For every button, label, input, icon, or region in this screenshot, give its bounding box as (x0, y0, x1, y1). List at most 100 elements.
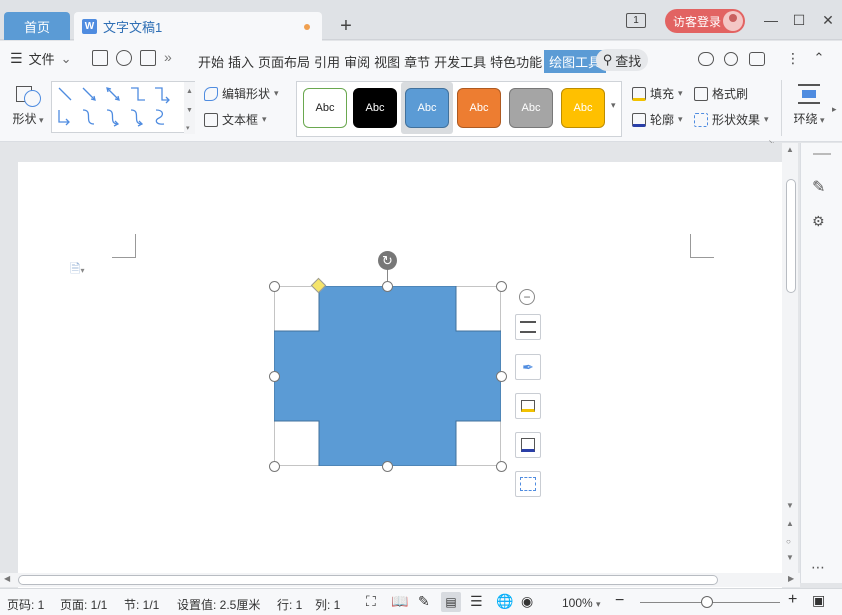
collaborate-icon[interactable] (724, 52, 738, 66)
web-view-icon[interactable]: 🌐 (496, 593, 513, 610)
fullscreen-icon[interactable]: ⛶ (366, 593, 376, 610)
vertical-scroll-thumb[interactable] (786, 179, 796, 293)
status-pages[interactable]: 页面: 1/1 (60, 596, 107, 613)
more-options-icon[interactable]: ⋮ (784, 49, 802, 67)
zoom-slider-thumb[interactable] (701, 596, 713, 608)
horizontal-scroll-thumb[interactable] (18, 575, 718, 585)
zoom-level[interactable]: 100% ▾ (562, 596, 601, 610)
tab-references[interactable]: 引用 (312, 50, 342, 73)
resize-handle-se[interactable] (496, 461, 507, 472)
next-page-icon[interactable]: ▼ (786, 553, 794, 562)
zoom-value: 100% (562, 596, 593, 610)
text-box-tool-button[interactable] (515, 471, 541, 497)
more-icon[interactable]: ⋯ (811, 559, 825, 576)
cross-shape[interactable] (273, 285, 502, 467)
minimize-icon[interactable]: — (762, 11, 780, 29)
shape-fill-button[interactable] (515, 393, 541, 419)
text-box-button[interactable]: 文本框 ▾ (204, 111, 267, 128)
format-painter-label: 格式刷 (712, 87, 749, 101)
eye-protection-icon[interactable]: ◉ (521, 593, 533, 610)
shapes-button[interactable]: 形状 ▾ (8, 84, 48, 134)
shape-effects-button[interactable]: 形状效果 ▾ (694, 111, 769, 128)
scroll-right-icon[interactable]: ▶ (788, 574, 794, 583)
more-icon[interactable]: » (164, 50, 180, 66)
line-shapes-gallery[interactable]: ▲ ▼ ▾ (51, 81, 195, 134)
style-label: Abc (573, 102, 593, 114)
status-setting[interactable]: 设置值: 2.5厘米 (177, 596, 260, 613)
zoom-in-icon[interactable]: + (788, 591, 797, 609)
ribbon-scroll-right-icon[interactable]: ▸ (832, 104, 837, 115)
scroll-up-icon[interactable]: ▲ (786, 145, 794, 154)
resize-handle-s[interactable] (382, 461, 393, 472)
styles-more-icon[interactable]: ▾ (611, 100, 616, 111)
style-option-gray[interactable]: Abc (509, 88, 553, 128)
guest-login-button[interactable]: 访客登录 (665, 9, 745, 33)
scroll-down-icon[interactable]: ▼ (786, 501, 794, 510)
file-menu-button[interactable]: ☰ 文件 ⌄ (10, 49, 71, 68)
share-icon[interactable] (749, 52, 765, 66)
page-view-icon[interactable]: ▤ (441, 592, 461, 612)
wrap-button[interactable]: 环绕 ▾ (788, 84, 830, 134)
previous-page-icon[interactable]: ▲ (786, 519, 794, 528)
tab-insert[interactable]: 插入 (226, 50, 256, 73)
new-tab-button[interactable]: + (336, 14, 356, 38)
resize-handle-sw[interactable] (269, 461, 280, 472)
tab-review[interactable]: 审阅 (342, 50, 372, 73)
style-option-gold[interactable]: Abc (561, 88, 605, 128)
style-option-black[interactable]: Abc (353, 88, 397, 128)
close-icon[interactable]: ✕ (819, 11, 837, 29)
edit-mode-icon[interactable]: ✎ (418, 593, 430, 610)
vertical-scrollbar[interactable]: ▲ ▼ ▲ ○ ▼ (782, 143, 798, 573)
resize-handle-w[interactable] (269, 371, 280, 382)
collapse-ribbon-icon[interactable]: ⌃ (810, 49, 828, 67)
save-icon[interactable] (92, 50, 108, 66)
collapse-tools-icon[interactable]: − (519, 289, 535, 305)
shape-style-button[interactable]: ✒ (515, 354, 541, 380)
undo-icon[interactable] (116, 50, 132, 66)
fill-button[interactable]: 填充 ▾ (632, 85, 683, 102)
style-label: Abc (469, 102, 489, 114)
layout-options-button[interactable] (515, 314, 541, 340)
format-painter-button[interactable]: 格式刷 (694, 85, 748, 102)
tab-start[interactable]: 开始 (196, 50, 226, 73)
cloud-icon[interactable] (698, 52, 714, 66)
maximize-icon[interactable]: ☐ (790, 11, 808, 29)
status-section[interactable]: 节: 1/1 (124, 596, 159, 613)
edit-shape-button[interactable]: 编辑形状 ▾ (204, 85, 279, 102)
rotate-handle-icon[interactable]: ↻ (378, 251, 397, 270)
resize-handle-ne[interactable] (496, 281, 507, 292)
adjust-settings-icon[interactable]: ⚙ (812, 213, 825, 230)
pen-icon[interactable]: ✎ (812, 177, 825, 197)
resize-handle-e[interactable] (496, 371, 507, 382)
tab-developer[interactable]: 开发工具 (432, 50, 488, 73)
style-option-white[interactable]: Abc (303, 88, 347, 128)
scroll-left-icon[interactable]: ◀ (4, 574, 10, 583)
shape-outline-button[interactable] (515, 432, 541, 458)
tab-view[interactable]: 视图 (372, 50, 402, 73)
style-option-blue[interactable]: Abc (405, 88, 449, 128)
tab-features[interactable]: 特色功能 (488, 50, 544, 73)
style-option-orange[interactable]: Abc (457, 88, 501, 128)
outline-button[interactable]: 轮廓 ▾ (632, 111, 683, 128)
tab-document[interactable]: W 文字文稿1 (74, 12, 322, 41)
shape-styles-gallery: Abc Abc Abc Abc Abc Abc ▾ (296, 81, 622, 137)
reading-mode-icon[interactable]: 📖 (391, 593, 408, 610)
status-page[interactable]: 页码: 1 (7, 596, 44, 613)
zoom-out-icon[interactable]: − (615, 592, 624, 610)
fit-window-icon[interactable]: ▣ (812, 592, 825, 609)
search-button[interactable]: ⚲ 查找 (596, 49, 648, 71)
paragraph-layout-icon[interactable]: 🗎▾ (70, 260, 84, 282)
horizontal-scrollbar[interactable]: ◀ ▶ (0, 573, 800, 587)
resize-handle-n[interactable] (382, 281, 393, 292)
status-row[interactable]: 行: 1 (277, 596, 302, 613)
tab-page-layout[interactable]: 页面布局 (256, 50, 312, 73)
resize-handle-nw[interactable] (269, 281, 280, 292)
tab-section[interactable]: 章节 (402, 50, 432, 73)
window-count-badge[interactable]: 1 (626, 13, 646, 28)
outline-view-icon[interactable]: ☰ (470, 593, 483, 610)
fill-label: 填充 (650, 87, 675, 101)
select-browse-object-icon[interactable]: ○ (786, 537, 791, 546)
tab-home[interactable]: 首页 (4, 12, 70, 40)
status-col[interactable]: 列: 1 (315, 596, 340, 613)
print-icon[interactable] (140, 50, 156, 66)
